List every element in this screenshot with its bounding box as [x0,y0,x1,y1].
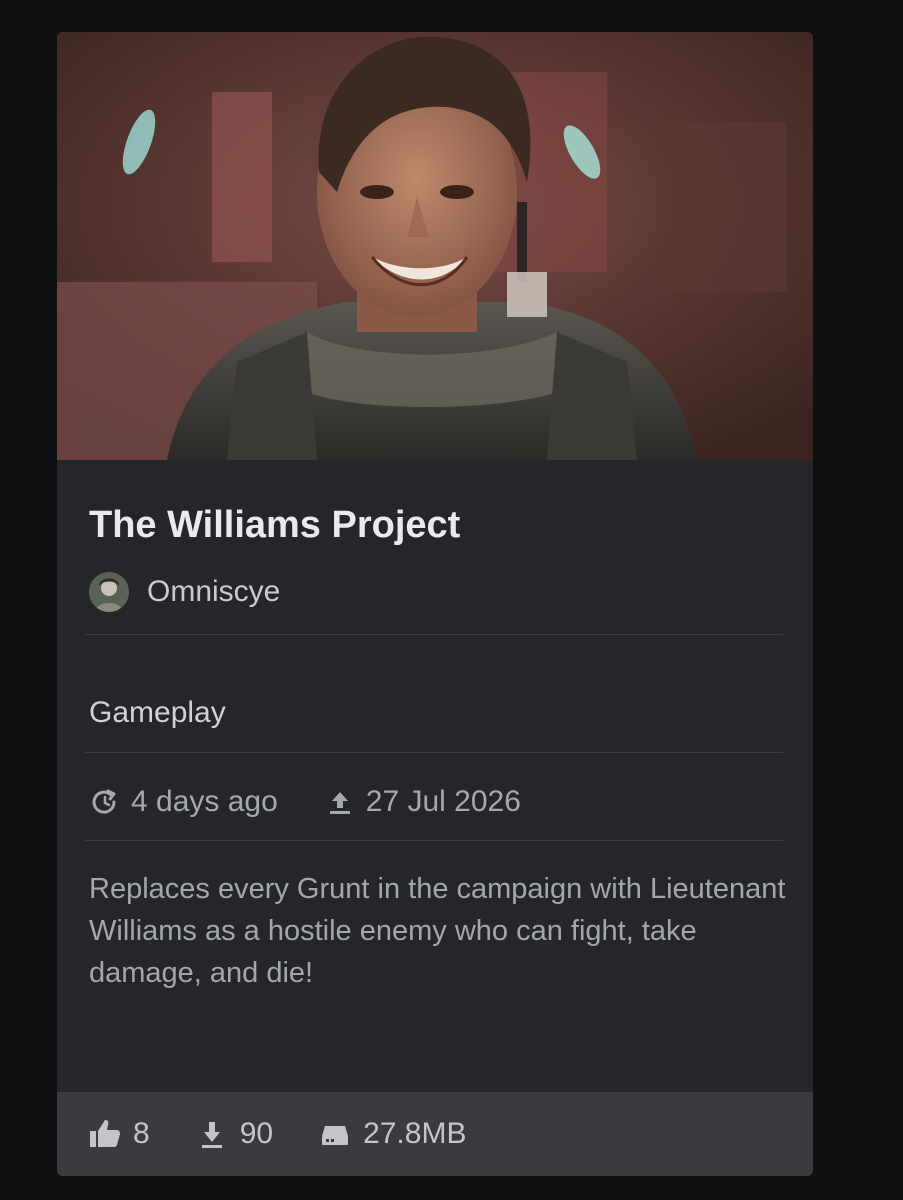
mod-dates: 4 days ago 27 Jul 2026 [89,780,521,824]
mod-card[interactable]: The Williams Project Omniscye Gameplay 4… [57,32,813,1176]
divider [85,840,783,841]
likes-stat[interactable]: 8 [87,1116,150,1152]
character-portrait-image [57,32,813,460]
updated-time: 4 days ago [131,785,278,818]
upload-date: 27 Jul 2026 [365,785,521,818]
size-stat: 27.8MB [317,1116,466,1152]
downloads-stat[interactable]: 90 [194,1116,273,1152]
upload-icon [324,786,356,818]
refresh-clock-icon [89,786,121,818]
author-name[interactable]: Omniscye [147,575,280,609]
thumbs-up-icon[interactable] [87,1116,123,1152]
mod-details: The Williams Project Omniscye Gameplay 4… [57,460,813,1092]
file-size: 27.8MB [363,1117,467,1150]
author-row[interactable]: Omniscye [89,570,280,614]
mod-description: Replaces every Grunt in the campaign wit… [89,873,786,989]
author-avatar [89,572,129,612]
mod-category[interactable]: Gameplay [89,696,226,730]
mod-thumbnail[interactable] [57,32,813,460]
mod-title[interactable]: The Williams Project [89,504,460,547]
likes-count: 8 [133,1117,150,1150]
download-icon[interactable] [194,1116,230,1152]
mod-stats-bar: 8 90 27.8MB [57,1092,813,1176]
hard-drive-icon [317,1116,353,1152]
divider [85,752,783,753]
downloads-count: 90 [239,1117,274,1150]
divider [85,634,783,635]
